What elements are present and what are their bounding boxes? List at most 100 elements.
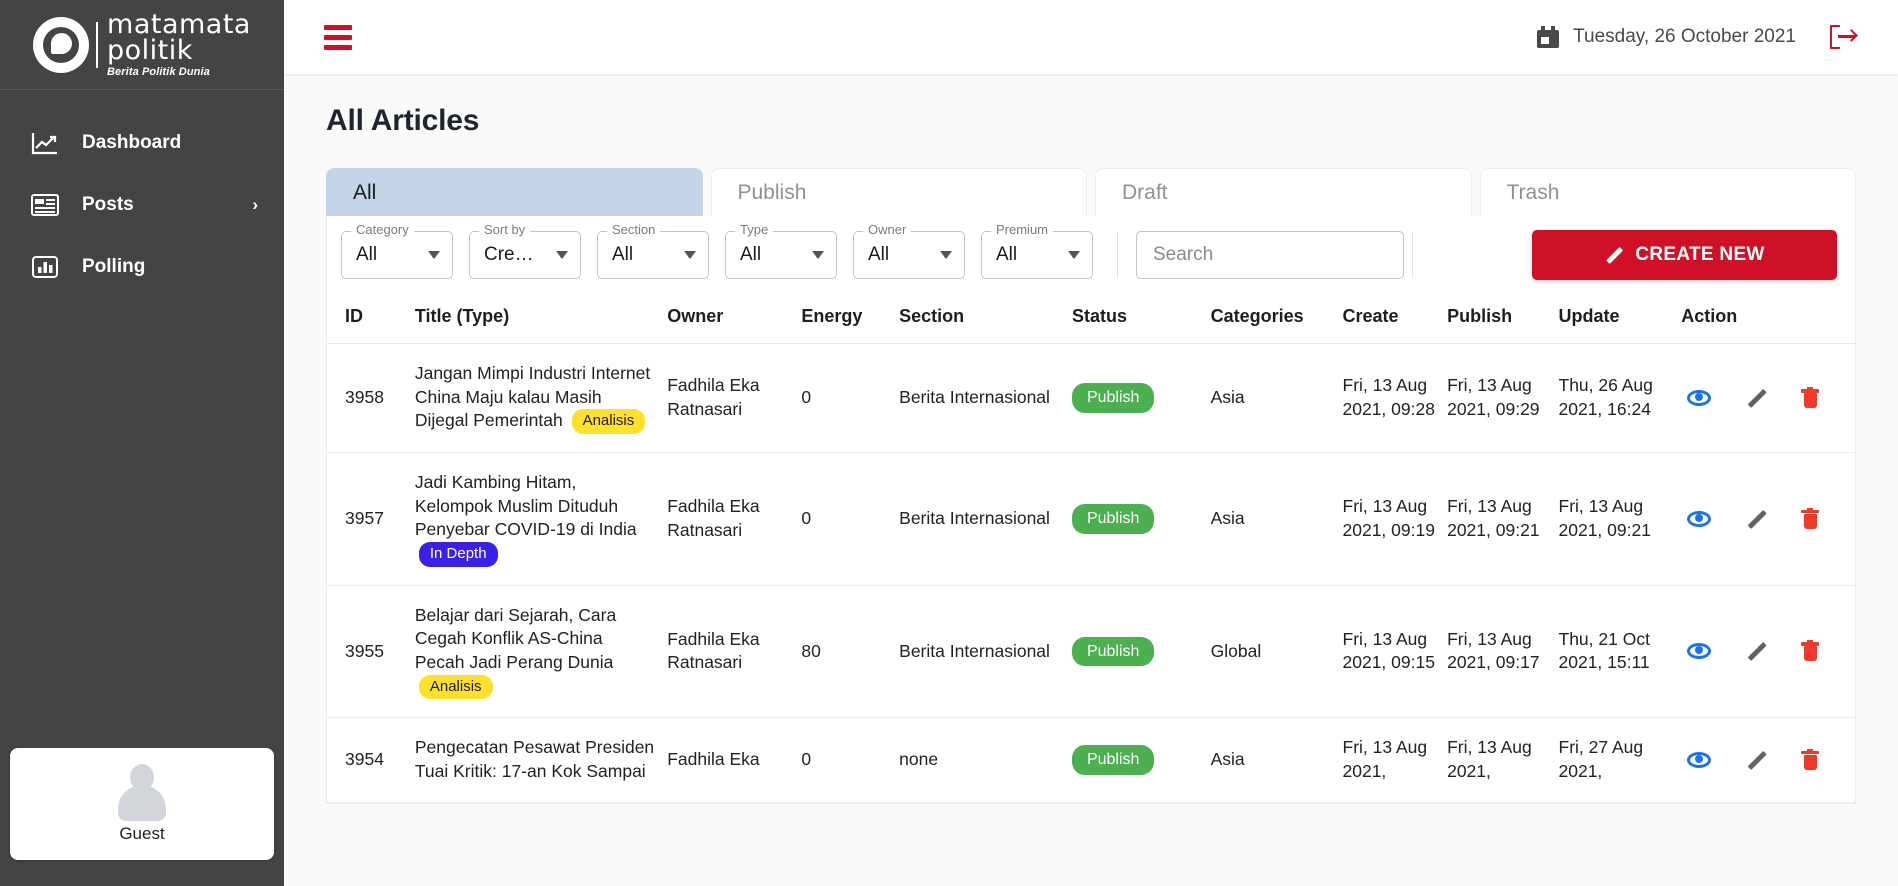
- cell-categories: Asia: [1204, 452, 1337, 586]
- table-row[interactable]: 3955 Belajar dari Sejarah, Cara Cegah Ko…: [327, 585, 1855, 719]
- create-new-button[interactable]: CREATE NEW: [1532, 230, 1837, 280]
- filter-value: All: [868, 244, 890, 265]
- sidebar-nav: Dashboard Posts › Polling: [0, 90, 284, 298]
- col-header-title[interactable]: Title (Type): [408, 296, 662, 344]
- cell-title: Belajar dari Sejarah, Cara Cegah Konflik…: [408, 585, 662, 719]
- filter-premium[interactable]: Premium All: [981, 222, 1093, 279]
- articles-table: ID Title (Type) Owner Energy Section Sta…: [327, 296, 1855, 803]
- cell-publish: Fri, 13 Aug 2021, 09:21: [1441, 452, 1553, 586]
- tab-bar: All Publish Draft Trash: [326, 168, 1856, 216]
- table-row[interactable]: 3957 Jadi Kambing Hitam, Kelompok Muslim…: [327, 452, 1855, 586]
- filter-value: All: [740, 244, 762, 265]
- chevron-down-icon: [556, 251, 568, 259]
- chevron-down-icon: [940, 251, 952, 259]
- pencil-icon[interactable]: [1745, 749, 1767, 771]
- articles-panel: Category All Sort by Cre… Section All Ty…: [326, 216, 1856, 804]
- status-badge: Publish: [1071, 745, 1155, 775]
- col-header-status[interactable]: Status: [1065, 296, 1205, 344]
- cell-section: none: [893, 717, 1066, 803]
- sidebar-item-dashboard[interactable]: Dashboard: [0, 112, 284, 174]
- avatar: [112, 764, 172, 821]
- cell-create: Fri, 13 Aug 2021, 09:28: [1336, 343, 1442, 453]
- tab-all[interactable]: All: [326, 168, 703, 216]
- search-box[interactable]: [1136, 231, 1404, 279]
- logout-icon[interactable]: [1830, 25, 1858, 49]
- cell-update: Thu, 26 Aug 2021, 16:24: [1552, 343, 1676, 453]
- col-header-publish[interactable]: Publish: [1441, 296, 1553, 344]
- cell-id: 3954: [327, 717, 409, 803]
- search-input[interactable]: [1153, 244, 1387, 266]
- trash-icon[interactable]: [1801, 507, 1820, 530]
- col-header-update[interactable]: Update: [1552, 296, 1676, 344]
- col-header-energy[interactable]: Energy: [795, 296, 894, 344]
- filter-label: Section: [607, 222, 661, 237]
- type-badge: In Depth: [418, 541, 498, 567]
- brand-line-1: matamata: [107, 8, 251, 40]
- cell-update: Thu, 21 Oct 2021, 15:11: [1552, 585, 1676, 719]
- table-header-row: ID Title (Type) Owner Energy Section Sta…: [327, 296, 1855, 344]
- cell-title: Jangan Mimpi Industri Internet China Maj…: [408, 343, 662, 453]
- cell-update: Fri, 27 Aug 2021,: [1552, 717, 1676, 803]
- calendar-icon: [1537, 26, 1560, 48]
- col-header-section[interactable]: Section: [893, 296, 1066, 344]
- filter-label: Category: [351, 222, 414, 237]
- eye-icon[interactable]: [1687, 510, 1712, 527]
- tab-draft[interactable]: Draft: [1095, 168, 1472, 216]
- filter-value: All: [612, 244, 634, 265]
- current-date: Tuesday, 26 October 2021: [1573, 26, 1796, 47]
- create-new-label: CREATE NEW: [1635, 244, 1765, 265]
- tab-publish[interactable]: Publish: [710, 168, 1087, 216]
- cell-categories: Global: [1204, 585, 1337, 719]
- trash-icon[interactable]: [1801, 748, 1820, 771]
- cell-action: [1675, 717, 1855, 803]
- status-badge: Publish: [1071, 504, 1155, 534]
- pencil-icon[interactable]: [1745, 387, 1767, 409]
- cell-title: Jadi Kambing Hitam, Kelompok Muslim Ditu…: [408, 452, 662, 586]
- filter-label: Sort by: [479, 222, 531, 237]
- filter-type[interactable]: Type All: [725, 222, 837, 279]
- filter-owner[interactable]: Owner All: [853, 222, 965, 279]
- cell-id: 3958: [327, 343, 409, 453]
- col-header-create[interactable]: Create: [1336, 296, 1442, 344]
- col-header-owner[interactable]: Owner: [661, 296, 796, 344]
- table-row[interactable]: 3954 Pengecatan Pesawat Presiden Tuai Kr…: [327, 717, 1855, 803]
- sidebar-item-polling[interactable]: Polling: [0, 236, 284, 298]
- col-header-id[interactable]: ID: [327, 296, 409, 344]
- pencil-icon[interactable]: [1745, 640, 1767, 662]
- chevron-down-icon: [684, 251, 696, 259]
- filter-section[interactable]: Section All: [597, 222, 709, 279]
- cell-categories: Asia: [1204, 717, 1337, 803]
- chart-line-icon: [30, 130, 60, 156]
- type-badge: Analisis: [418, 674, 493, 700]
- cell-publish: Fri, 13 Aug 2021, 09:29: [1441, 343, 1553, 453]
- user-card[interactable]: Guest: [10, 748, 274, 860]
- cell-section: Berita Internasional: [893, 585, 1066, 719]
- table-row[interactable]: 3958 Jangan Mimpi Industri Internet Chin…: [327, 343, 1855, 453]
- tab-trash[interactable]: Trash: [1479, 168, 1856, 216]
- chevron-right-icon[interactable]: ›: [252, 195, 258, 215]
- cell-categories: Asia: [1204, 343, 1337, 453]
- topbar: Tuesday, 26 October 2021: [284, 0, 1898, 74]
- eye-icon[interactable]: [1687, 390, 1712, 406]
- page-title: All Articles: [326, 104, 480, 137]
- main-area: Tuesday, 26 October 2021 All Articles Al…: [284, 0, 1898, 886]
- filter-sort-by[interactable]: Sort by Cre…: [469, 222, 581, 279]
- hamburger-icon[interactable]: [324, 24, 352, 50]
- newspaper-icon: [30, 192, 60, 218]
- sidebar-item-posts[interactable]: Posts ›: [0, 174, 284, 236]
- cell-publish: Fri, 13 Aug 2021,: [1441, 717, 1553, 803]
- brand-logo[interactable]: matamata politik Berita Politik Dunia: [0, 0, 284, 90]
- eye-icon[interactable]: [1687, 751, 1712, 768]
- cell-owner: Fadhila Eka Ratnasari: [661, 585, 796, 719]
- cell-create: Fri, 13 Aug 2021, 09:19: [1336, 452, 1442, 586]
- cell-id: 3957: [327, 452, 409, 586]
- filter-bar: Category All Sort by Cre… Section All Ty…: [327, 216, 1855, 296]
- eye-icon[interactable]: [1687, 643, 1712, 660]
- article-title: Pengecatan Pesawat Presiden Tuai Kritik:…: [414, 737, 655, 781]
- col-header-categories[interactable]: Categories: [1204, 296, 1337, 344]
- pencil-icon[interactable]: [1745, 508, 1767, 530]
- filter-category[interactable]: Category All: [341, 222, 453, 279]
- trash-icon[interactable]: [1801, 387, 1820, 409]
- trash-icon[interactable]: [1801, 640, 1820, 662]
- page-content: All Articles All Publish Draft Trash Cat…: [284, 74, 1898, 886]
